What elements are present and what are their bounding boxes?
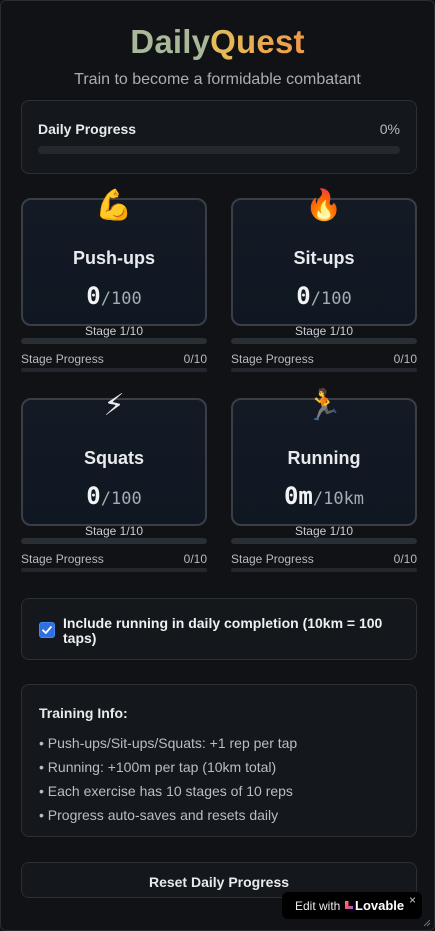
title-part-quest: Quest	[210, 23, 305, 60]
stage-label: Stage 1/10	[84, 324, 144, 338]
runner-icon: 🏃	[305, 389, 343, 422]
training-info-list: • Push-ups/Sit-ups/Squats: +1 rep per ta…	[39, 731, 297, 827]
checkmark-icon	[42, 626, 52, 634]
list-item: • Progress auto-saves and resets daily	[39, 807, 279, 823]
stage-bar	[21, 538, 207, 544]
lightning-icon: ⚡	[103, 389, 125, 422]
exercise-name: Running	[287, 448, 361, 468]
stage-progress-label: Stage Progress	[21, 552, 104, 566]
include-running-label[interactable]: Include running in daily completion (10k…	[63, 616, 403, 646]
edit-with-text: Edit with	[295, 899, 341, 913]
stage-label: Stage 1/10	[84, 524, 144, 538]
exercise-count: 0m/10km	[233, 482, 415, 510]
training-info-heading: Training Info:	[39, 705, 128, 721]
count-target: /100	[100, 489, 142, 509]
exercise-name: Sit-ups	[293, 248, 355, 268]
include-running-checkbox[interactable]	[39, 622, 55, 638]
list-item: • Push-ups/Sit-ups/Squats: +1 rep per ta…	[39, 735, 298, 751]
reset-button-label: Reset Daily Progress	[148, 874, 290, 890]
exercise-name: Squats	[83, 448, 144, 468]
stage-progress-label: Stage Progress	[231, 552, 314, 566]
pushups-tap-tile[interactable]: 💪 Push-ups 0/100	[21, 189, 207, 326]
count-value: 0m	[283, 482, 313, 510]
daily-progress-percent: 0%	[379, 121, 400, 137]
stage-bar	[231, 338, 417, 344]
lovable-heart-icon	[345, 901, 353, 909]
squats-tap-tile[interactable]: ⚡ Squats 0/100	[21, 389, 207, 526]
count-target: /100	[310, 289, 352, 309]
exercise-count: 0/100	[23, 282, 205, 310]
stage-progress-value: 0/10	[393, 352, 417, 366]
stage-progress-bar	[231, 568, 417, 572]
flexed-biceps-icon: 💪	[95, 189, 133, 222]
count-target: /100	[100, 289, 142, 309]
stage-progress-value: 0/10	[183, 552, 207, 566]
lovable-brand: Lovable	[355, 898, 405, 913]
training-info-card: Training Info: • Push-ups/Sit-ups/Squats…	[21, 684, 417, 837]
stage-progress-bar	[231, 368, 417, 372]
list-item: • Running: +100m per tap (10km total)	[39, 759, 277, 775]
stage-progress-value: 0/10	[393, 552, 417, 566]
app-subtitle: Train to become a formidable combatant	[74, 71, 361, 88]
stage-progress-value: 0/10	[183, 352, 207, 366]
stage-bar	[21, 338, 207, 344]
close-icon[interactable]: ×	[409, 893, 416, 907]
count-value: 0	[296, 282, 311, 310]
app-title: DailyQuest	[1, 23, 434, 61]
title-part-daily: Daily	[130, 23, 211, 60]
stage-label: Stage 1/10	[294, 524, 354, 538]
stage-progress-label: Stage Progress	[21, 352, 104, 366]
app-frame: DailyQuest Train to become a formidable …	[0, 0, 435, 931]
edit-with-lovable-badge[interactable]: Edit with Lovable ×	[282, 892, 422, 919]
daily-progress-card: Daily Progress 0%	[21, 100, 417, 174]
resize-handle-icon[interactable]	[421, 917, 431, 927]
fire-icon: 🔥	[305, 189, 343, 222]
exercise-count: 0/100	[233, 282, 415, 310]
exercise-name: Push-ups	[72, 248, 155, 268]
include-running-card: Include running in daily completion (10k…	[21, 598, 417, 660]
daily-progress-bar	[38, 146, 400, 154]
stage-progress-bar	[21, 568, 207, 572]
daily-progress-label: Daily Progress	[38, 121, 137, 137]
stage-progress-label: Stage Progress	[231, 352, 314, 366]
situps-tap-tile[interactable]: 🔥 Sit-ups 0/100	[231, 189, 417, 326]
count-value: 0	[86, 282, 101, 310]
running-tap-tile[interactable]: 🏃 Running 0m/10km	[231, 389, 417, 526]
exercise-count: 0/100	[23, 482, 205, 510]
stage-progress-bar	[21, 368, 207, 372]
stage-bar	[231, 538, 417, 544]
count-target: /10km	[312, 489, 365, 509]
list-item: • Each exercise has 10 stages of 10 reps	[39, 783, 293, 799]
count-value: 0	[86, 482, 101, 510]
stage-label: Stage 1/10	[294, 324, 354, 338]
